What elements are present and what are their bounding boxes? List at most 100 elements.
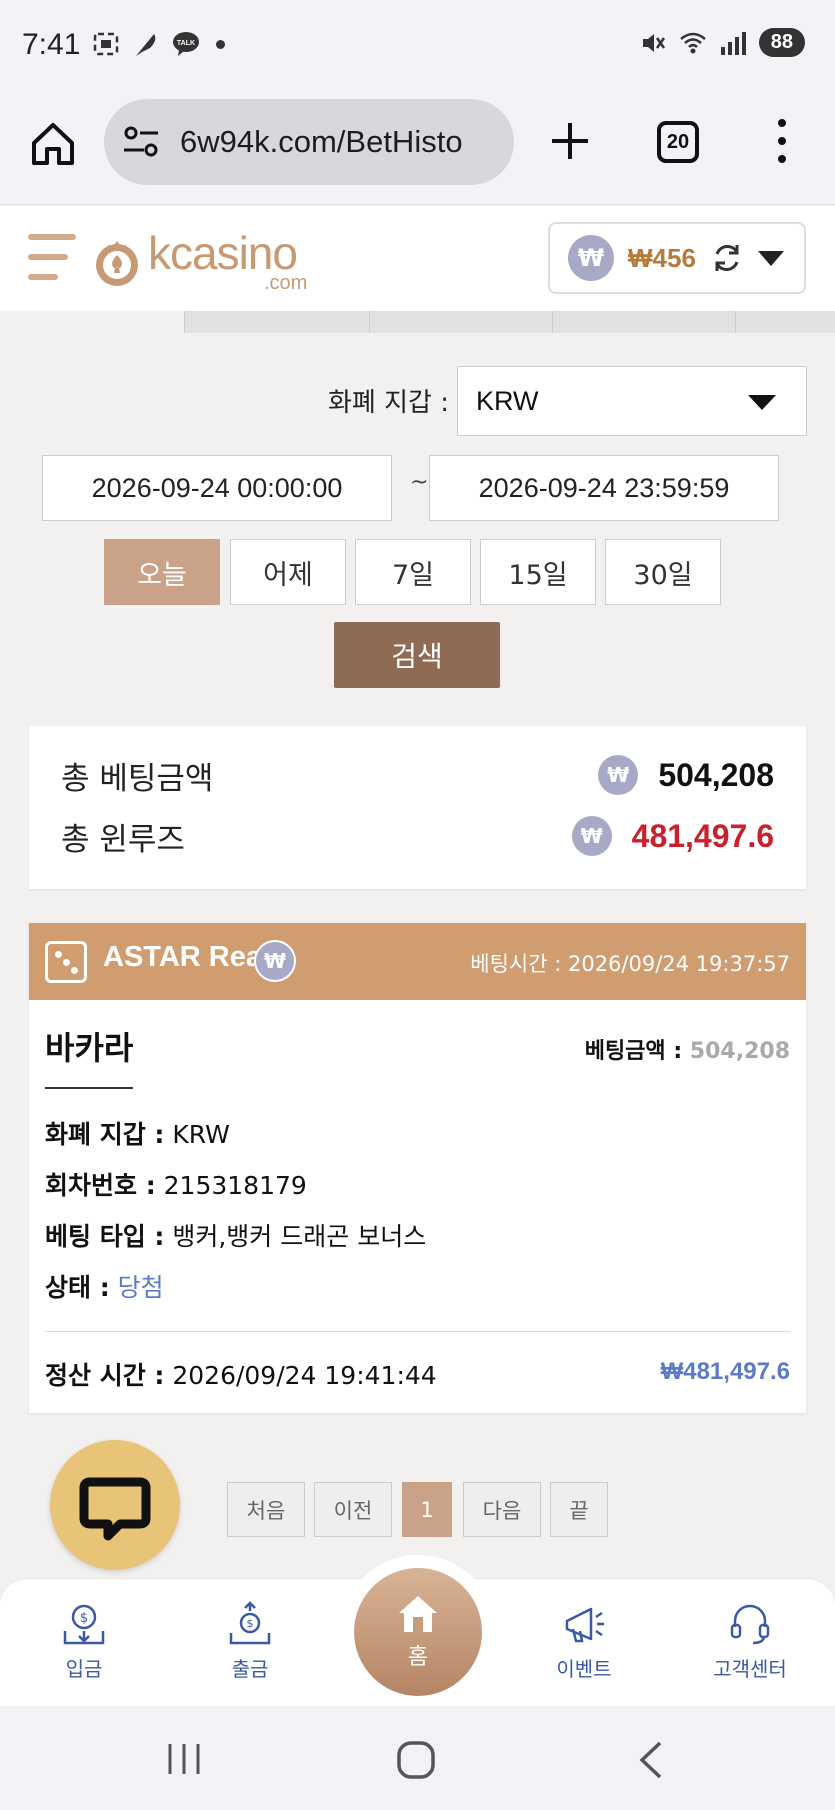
bet-amount: 베팅금액 : 504,208 (584, 1039, 790, 1064)
nav-deposit[interactable]: $ 입금 (24, 1601, 144, 1682)
nav-support[interactable]: 고객센터 (690, 1601, 810, 1682)
total-winloss-value: 481,497.6 (631, 817, 774, 854)
tab-switcher-button[interactable]: 20 (657, 121, 699, 163)
bet-status: 상태 : 당첨 (45, 1273, 164, 1302)
battery-indicator: 88 (758, 28, 805, 57)
nav-event[interactable]: 이벤트 (524, 1601, 644, 1682)
logo-domain: .com (264, 272, 308, 294)
recent-apps-icon[interactable] (164, 1742, 204, 1776)
sub-navigation (0, 311, 835, 333)
wallet-balance-dropdown[interactable]: ₩ ₩456 (548, 222, 806, 294)
balance-amount: ₩456 (628, 242, 696, 273)
casino-chip-icon (96, 241, 138, 286)
range-today-button[interactable]: 오늘 (104, 539, 220, 605)
currency-label: 화폐 지갑 : (328, 388, 449, 418)
nav-home-label: 홈 (407, 1645, 429, 1670)
range-30days-button[interactable]: 30일 (605, 539, 721, 605)
totals-card: 총 베팅금액 ₩ 504,208 총 윈루즈 ₩ 481,497.6 (29, 726, 806, 889)
home-icon (399, 1596, 437, 1632)
date-to-input[interactable]: 2026-09-24 23:59:59 (429, 455, 779, 521)
page-prev-button[interactable]: 이전 (314, 1482, 392, 1537)
url-text[interactable]: 6w94k.com/BetHisto (180, 124, 463, 160)
browser-home-icon[interactable] (28, 119, 78, 169)
game-name: 바카라 (45, 1023, 134, 1089)
range-7days-button[interactable]: 7일 (355, 539, 471, 605)
screenshot-icon (93, 32, 119, 56)
back-icon[interactable] (636, 1740, 666, 1780)
range-15days-button[interactable]: 15일 (480, 539, 596, 605)
chevron-down-icon (748, 395, 776, 410)
total-winloss-label: 총 윈루즈 (61, 821, 185, 858)
search-button[interactable]: 검색 (334, 622, 500, 688)
talk-icon: TALK (173, 32, 199, 56)
status-time: 7:41 (22, 28, 81, 61)
live-chat-button[interactable] (50, 1440, 180, 1570)
date-separator: ~ (410, 470, 429, 495)
total-winloss-row: 총 윈루즈 ₩ 481,497.6 (61, 811, 774, 861)
range-yesterday-button[interactable]: 어제 (230, 539, 346, 605)
site-logo[interactable]: kcasino .com (92, 226, 327, 296)
browser-toolbar: 6w94k.com/BetHisto 20 (0, 95, 835, 205)
chat-icon (79, 1477, 151, 1541)
bet-time: 베팅시간 : 2026/09/24 19:37:57 (470, 952, 790, 976)
site-settings-icon[interactable] (122, 124, 162, 160)
nav-withdraw[interactable]: $ 출금 (190, 1601, 310, 1682)
bet-currency: 화폐 지갑 : KRW (45, 1120, 230, 1149)
won-icon: ₩ (571, 816, 612, 856)
svg-text:$: $ (80, 1611, 88, 1626)
divider (45, 1331, 790, 1332)
total-bet-label: 총 베팅금액 (61, 760, 214, 797)
address-bar[interactable]: 6w94k.com/BetHisto (104, 99, 514, 185)
nav-support-label: 고객센터 (713, 1657, 787, 1681)
status-bar: 7:41 TALK 88 (0, 0, 835, 95)
bet-round: 회차번호 : 215318179 (45, 1171, 307, 1200)
nav-withdraw-label: 출금 (231, 1657, 269, 1681)
bet-type: 베팅 타입 : 뱅커,뱅커 드래곤 보너스 (45, 1222, 427, 1251)
headset-icon (730, 1604, 770, 1645)
total-bet-row: 총 베팅금액 ₩ 504,208 (61, 750, 774, 800)
megaphone-icon (565, 1607, 604, 1643)
refresh-icon[interactable] (710, 241, 744, 275)
subnav-tab[interactable] (735, 311, 835, 333)
withdraw-icon: $ (229, 1601, 271, 1645)
page-first-button[interactable]: 처음 (227, 1482, 305, 1537)
subnav-tab[interactable] (552, 311, 735, 333)
deposit-icon: $ (63, 1604, 105, 1645)
new-tab-icon[interactable] (548, 119, 592, 163)
mute-icon (642, 33, 665, 52)
page-current-button[interactable]: 1 (402, 1482, 452, 1537)
dice-icon (45, 941, 87, 983)
total-bet-value: 504,208 (658, 756, 774, 793)
date-from-input[interactable]: 2026-09-24 00:00:00 (42, 455, 392, 521)
page-last-button[interactable]: 끝 (550, 1482, 608, 1537)
svg-text:TALK: TALK (177, 40, 195, 47)
menu-icon[interactable] (28, 234, 76, 280)
currency-select-value: KRW (476, 385, 539, 416)
status-badge: 당첨 (117, 1273, 164, 1302)
system-navigation-bar (0, 1706, 835, 1810)
system-home-icon[interactable] (396, 1740, 436, 1780)
site-header: kcasino .com ₩ ₩456 (0, 206, 835, 311)
chevron-down-icon[interactable] (757, 250, 784, 266)
subnav-tab[interactable] (369, 311, 552, 333)
settle-amount: ₩481,497.6 (660, 1358, 790, 1385)
nav-event-label: 이벤트 (556, 1657, 612, 1681)
nav-deposit-label: 입금 (65, 1657, 103, 1681)
won-icon: ₩ (254, 940, 296, 982)
nav-home-button[interactable]: 홈 (354, 1568, 482, 1696)
wifi-icon (679, 32, 706, 53)
subnav-tab[interactable] (184, 311, 369, 333)
feather-icon (136, 34, 156, 56)
currency-select[interactable]: KRW (457, 366, 807, 436)
browser-menu-icon[interactable] (772, 119, 792, 163)
svg-text:$: $ (247, 1617, 254, 1630)
page-next-button[interactable]: 다음 (463, 1482, 541, 1537)
won-icon: ₩ (598, 755, 639, 795)
bet-record-header: ASTAR Real ₩ 베팅시간 : 2026/09/24 19:37:57 (29, 923, 806, 1000)
provider-name: ASTAR Real (103, 941, 271, 973)
signal-icon (720, 31, 746, 55)
settle-time: 정산 시간 : 2026/09/24 19:41:44 (45, 1361, 437, 1390)
won-icon: ₩ (568, 235, 614, 281)
bet-record-card: ASTAR Real ₩ 베팅시간 : 2026/09/24 19:37:57 … (29, 923, 806, 1413)
notification-dot (216, 39, 225, 49)
